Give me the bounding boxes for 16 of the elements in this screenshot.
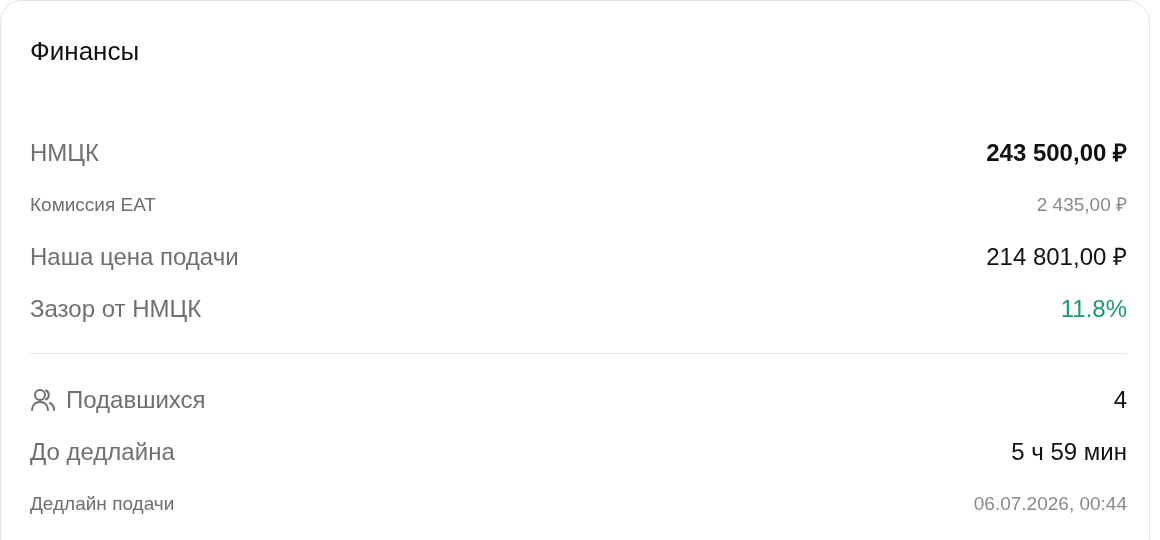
row-label: Подавшихся <box>66 384 206 415</box>
users-icon <box>30 387 56 412</box>
row-value: 11.8% <box>1060 293 1127 324</box>
row-value: 4 <box>1113 384 1127 415</box>
row-label: НМЦК <box>30 137 100 168</box>
row-value: 243 500,00 ₽ <box>986 137 1127 168</box>
row-label: Наша цена подачи <box>30 241 239 272</box>
card-title: Финансы <box>30 35 141 68</box>
row-value: 5 ч 59 мин <box>1011 436 1127 467</box>
row-value: 214 801,00 ₽ <box>986 241 1127 272</box>
row-label: Комиссия ЕАТ <box>30 192 156 217</box>
row-label: Зазор от НМЦК <box>30 293 202 324</box>
row-value: 06.07.2026, 00:44 <box>973 491 1127 516</box>
row-label: Дедлайн подачи <box>30 491 175 516</box>
row-value: 2 435,00 ₽ <box>1036 192 1127 217</box>
row-label: До дедлайна <box>30 436 175 467</box>
